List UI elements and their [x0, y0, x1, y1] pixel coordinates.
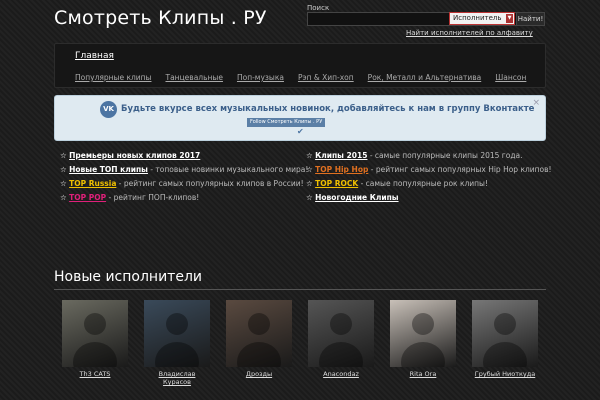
artist-name[interactable]: Дрозды: [226, 370, 292, 378]
search-type-value: Исполнитель: [453, 14, 502, 22]
site-title[interactable]: Смотреть Клипы . РУ: [54, 7, 267, 29]
star-icon: ☆: [60, 151, 70, 160]
artist-name[interactable]: Th3 CATS: [62, 370, 128, 378]
star-icon: ☆: [306, 165, 316, 174]
nav-link-pop[interactable]: Поп-музыка: [237, 73, 284, 82]
artist-card[interactable]: Дрозды: [226, 300, 292, 378]
person-silhouette-icon: [73, 313, 117, 367]
nav-home-link[interactable]: Главная: [75, 51, 114, 61]
promo-item: ☆ TOP Russia - рейтинг самых популярных …: [60, 178, 308, 192]
promo-item: ☆ TOP Hip Hop - рейтинг самых популярных…: [306, 164, 552, 178]
promo-description: - самые популярные клипы 2015 года.: [367, 151, 523, 160]
promo-item: ☆ Клипы 2015 - самые популярные клипы 20…: [306, 150, 552, 164]
artist-name[interactable]: Rita Ora: [390, 370, 456, 378]
promo-item: ☆ Новогодние Клипы: [306, 192, 552, 206]
search-button[interactable]: Найти!: [516, 12, 545, 26]
promo-link[interactable]: TOP Russia: [69, 179, 116, 188]
person-silhouette-icon: [483, 313, 527, 367]
promo-description: - рейтинг самых популярных клипов в Росс…: [116, 179, 304, 188]
person-silhouette-icon: [401, 313, 445, 367]
promo-description: - рейтинг ПОП-клипов!: [106, 193, 200, 202]
new-artists-title: Новые исполнители: [54, 269, 202, 285]
promo-link[interactable]: TOP Hip Hop: [315, 165, 368, 174]
promo-description: - рейтинг самых популярных Hip Hop клипо…: [368, 165, 552, 174]
promo-link[interactable]: TOP POP: [69, 193, 106, 202]
nav-link-popular[interactable]: Популярные клипы: [75, 73, 151, 82]
star-icon: ☆: [60, 193, 70, 202]
artist-photo[interactable]: [308, 300, 374, 367]
promo-item: ☆ Новые ТОП клипы - топовые новинки музы…: [60, 164, 308, 178]
artist-card[interactable]: Th3 CATS: [62, 300, 128, 378]
section-divider: [54, 289, 546, 290]
promo-link[interactable]: Новые ТОП клипы: [69, 165, 148, 174]
artist-photo[interactable]: [226, 300, 292, 367]
vk-banner-text: Будьте вкурсе всех музыкальных новинок, …: [121, 104, 535, 114]
nav-panel: Главная Популярные клипы Танцевальные По…: [54, 43, 546, 88]
chevron-down-icon: ▼: [506, 14, 513, 23]
nav-link-rock[interactable]: Рок, Металл и Альтернатива: [368, 73, 482, 82]
promo-link[interactable]: Клипы 2015: [315, 151, 367, 160]
artist-card[interactable]: Грубый Ниоткуда: [472, 300, 538, 378]
promo-link[interactable]: TOP ROCK: [315, 179, 358, 188]
person-silhouette-icon: [319, 313, 363, 367]
promo-list-left: ☆ Премьеры новых клипов 2017 ☆ Новые ТОП …: [60, 150, 308, 206]
nav-link-chanson[interactable]: Шансон: [495, 73, 526, 82]
promo-link[interactable]: Новогодние Клипы: [315, 193, 398, 202]
artist-photo[interactable]: [62, 300, 128, 367]
artist-card[interactable]: Anacondaz: [308, 300, 374, 378]
person-silhouette-icon: [237, 313, 281, 367]
promo-description: - самые популярные рок клипы!: [358, 179, 488, 188]
promo-item: ☆ Премьеры новых клипов 2017: [60, 150, 308, 164]
artist-photo[interactable]: [390, 300, 456, 367]
artist-photo[interactable]: [472, 300, 538, 367]
nav-link-rap[interactable]: Рэп & Хип-хоп: [298, 73, 354, 82]
promo-description: - топовые новинки музыкального мира!: [147, 165, 309, 174]
search-label: Поиск: [307, 4, 330, 12]
star-icon: ☆: [60, 179, 70, 188]
close-icon[interactable]: ×: [532, 98, 540, 108]
vk-banner: VK Будьте вкурсе всех музыкальных новино…: [54, 95, 546, 141]
star-icon: ☆: [306, 179, 316, 188]
star-icon: ☆: [306, 151, 316, 160]
vk-logo-icon: VK: [100, 101, 117, 118]
nav-genre-links: Популярные клипы Танцевальные Поп-музыка…: [75, 73, 540, 82]
check-icon: ✔: [297, 127, 304, 136]
promo-item: ☆ TOP POP - рейтинг ПОП-клипов!: [60, 192, 308, 206]
promo-item: ☆ TOP ROCK - самые популярные рок клипы!: [306, 178, 552, 192]
promo-link[interactable]: Премьеры новых клипов 2017: [69, 151, 200, 160]
nav-link-dance[interactable]: Танцевальные: [165, 73, 222, 82]
vk-follow-button[interactable]: Follow Смотреть Клипы . РУ: [247, 118, 326, 127]
star-icon: ☆: [60, 165, 70, 174]
person-silhouette-icon: [155, 313, 199, 367]
alphabet-search-link[interactable]: Найти исполнителей по алфавиту: [406, 29, 533, 37]
artist-name[interactable]: Владислав Курасов: [144, 370, 210, 386]
artist-card[interactable]: Владислав Курасов: [144, 300, 210, 386]
search-type-select[interactable]: Исполнитель ▼: [449, 12, 515, 25]
artist-name[interactable]: Грубый Ниоткуда: [472, 370, 538, 378]
star-icon: ☆: [306, 193, 316, 202]
artist-card[interactable]: Rita Ora: [390, 300, 456, 378]
artist-name[interactable]: Anacondaz: [308, 370, 374, 378]
artist-photo[interactable]: [144, 300, 210, 367]
promo-list-right: ☆ Клипы 2015 - самые популярные клипы 20…: [306, 150, 552, 206]
